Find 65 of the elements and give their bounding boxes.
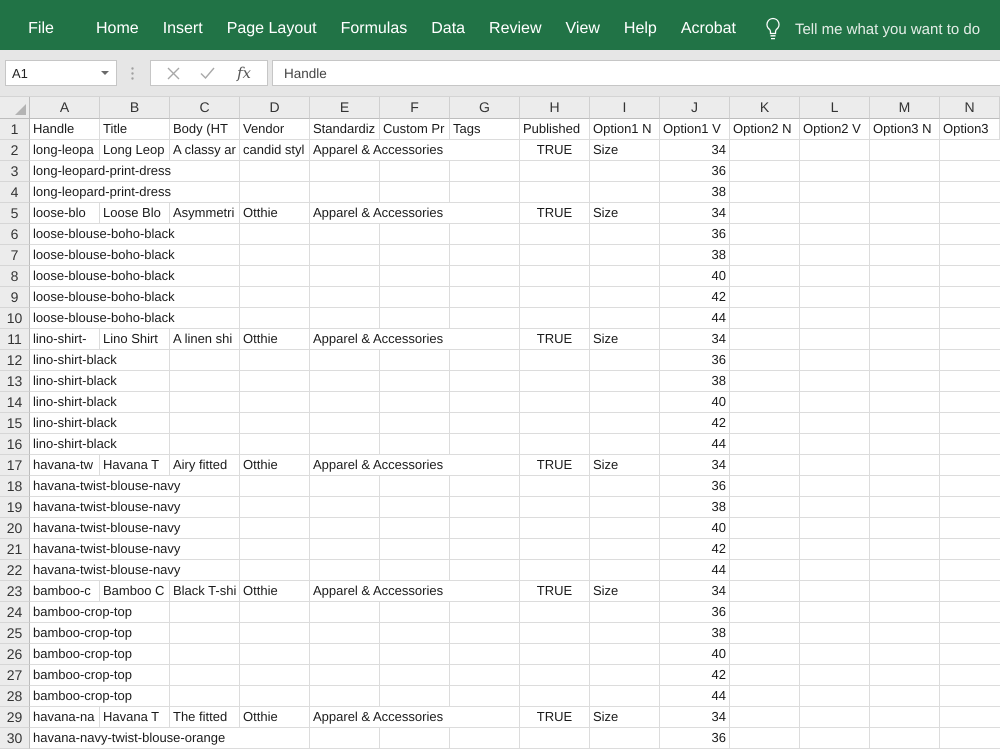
row-header[interactable]: 9 — [0, 287, 30, 308]
vertical-dots-icon — [131, 66, 134, 80]
row-header[interactable]: 21 — [0, 539, 30, 560]
row-header[interactable]: 12 — [0, 350, 30, 371]
row-header[interactable]: 17 — [0, 455, 30, 476]
row-header[interactable]: 29 — [0, 707, 30, 728]
row-header[interactable]: 28 — [0, 686, 30, 707]
ribbon-tab[interactable]: Review — [477, 16, 554, 42]
column-header[interactable]: H — [520, 97, 590, 119]
row-header[interactable]: 13 — [0, 371, 30, 392]
insert-function-button[interactable]: fx — [234, 64, 253, 82]
row-header[interactable]: 8 — [0, 266, 30, 287]
lightbulb-icon[interactable] — [764, 17, 781, 41]
select-all-button[interactable] — [0, 97, 30, 119]
name-box[interactable]: A1 — [5, 60, 117, 86]
row-header[interactable]: 11 — [0, 329, 30, 350]
row-header[interactable]: 7 — [0, 245, 30, 266]
row-header[interactable]: 23 — [0, 581, 30, 602]
column-header[interactable]: I — [590, 97, 660, 119]
column-header[interactable]: K — [730, 97, 800, 119]
caret-icon[interactable] — [101, 71, 109, 75]
column-header[interactable]: F — [380, 97, 450, 119]
column-header[interactable]: M — [870, 97, 940, 119]
column-header[interactable]: D — [240, 97, 310, 119]
row-header[interactable]: 20 — [0, 518, 30, 539]
row-header[interactable]: 15 — [0, 413, 30, 434]
formula-field[interactable]: Handle — [272, 60, 1000, 86]
ribbon-tab[interactable]: Acrobat — [668, 16, 748, 42]
row-header[interactable]: 24 — [0, 602, 30, 623]
row-header[interactable]: 18 — [0, 476, 30, 497]
column-header[interactable]: N — [940, 97, 1000, 119]
row-header[interactable]: 30 — [0, 728, 30, 749]
row-header[interactable]: 27 — [0, 665, 30, 686]
row-header[interactable]: 26 — [0, 644, 30, 665]
ribbon-tab[interactable]: Insert — [150, 16, 215, 42]
ribbon-tab[interactable]: Home — [84, 16, 151, 42]
row-header[interactable]: 14 — [0, 392, 30, 413]
check-icon[interactable] — [200, 67, 215, 79]
row-header[interactable]: 16 — [0, 434, 30, 455]
row-header[interactable]: 3 — [0, 161, 30, 182]
ribbon-tab[interactable]: Page Layout — [214, 16, 329, 42]
triangle-icon[interactable] — [15, 104, 26, 115]
row-header[interactable]: 19 — [0, 497, 30, 518]
row-header[interactable]: 1 — [0, 119, 30, 140]
column-header[interactable]: A — [30, 97, 100, 119]
column-header[interactable]: L — [800, 97, 870, 119]
ribbon-tab[interactable]: Help — [612, 16, 669, 42]
ribbon-tab[interactable]: File — [0, 16, 82, 42]
ribbon-tab[interactable]: Data — [419, 16, 478, 42]
row-header[interactable]: 2 — [0, 140, 30, 161]
cross-icon[interactable] — [166, 66, 180, 80]
column-header[interactable]: C — [170, 97, 240, 119]
ribbon-tab[interactable]: View — [554, 16, 612, 42]
column-header[interactable]: E — [310, 97, 380, 119]
column-header[interactable]: G — [450, 97, 520, 119]
row-header[interactable]: 10 — [0, 308, 30, 329]
row-header[interactable]: 6 — [0, 224, 30, 245]
column-header[interactable]: B — [100, 97, 170, 119]
row-header[interactable]: 5 — [0, 203, 30, 224]
column-header[interactable]: J — [660, 97, 730, 119]
row-header[interactable]: 25 — [0, 623, 30, 644]
tell-me-field[interactable]: Tell me what you want to do — [794, 20, 991, 38]
ribbon-tab[interactable]: Formulas — [328, 16, 420, 42]
row-header[interactable]: 22 — [0, 560, 30, 581]
row-header[interactable]: 4 — [0, 182, 30, 203]
